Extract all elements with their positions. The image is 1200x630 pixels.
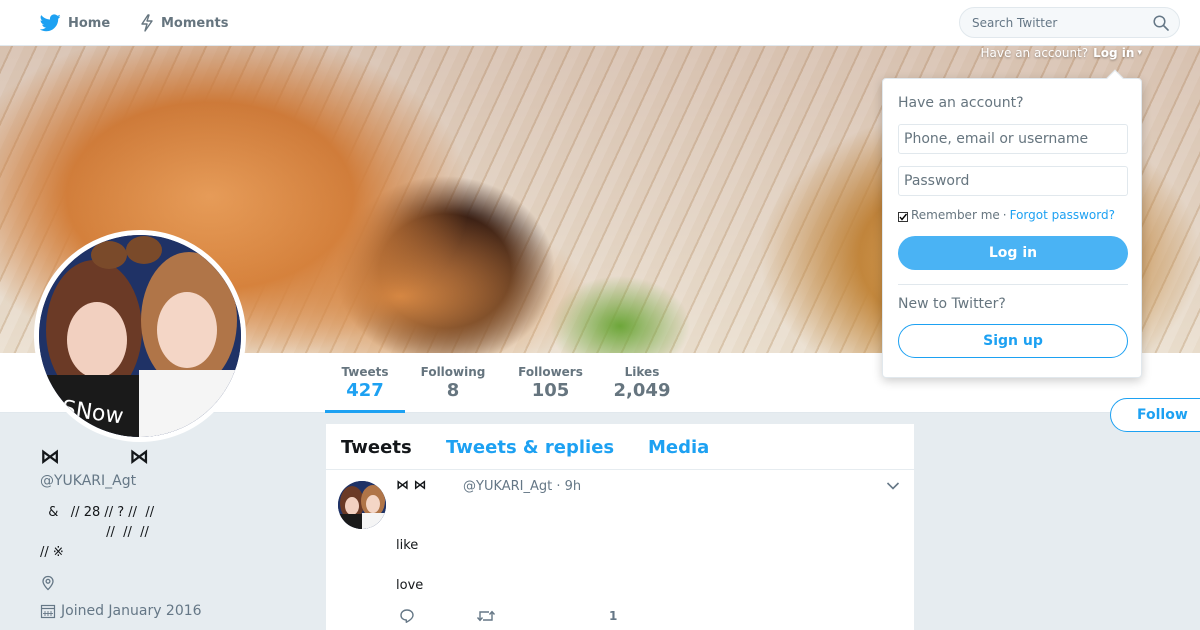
calendar-icon: [40, 604, 56, 619]
reply-icon: [400, 609, 414, 623]
tweet-avatar[interactable]: [338, 481, 386, 529]
stat-followers[interactable]: Followers 105: [512, 353, 589, 413]
nav-moments[interactable]: Moments: [140, 0, 228, 46]
profile-joined: Joined January 2016: [40, 603, 310, 619]
tweet-text-line: like: [396, 538, 419, 553]
avatar-photo: SNow: [39, 235, 241, 437]
search-box: [959, 7, 1180, 38]
profile-bio: & // 28 // ? // // // // // // ※: [40, 503, 310, 563]
stat-likes-value: 2,049: [613, 380, 671, 401]
tweet[interactable]: ⋈ ⋈ @YUKARI_Agt · 9h like love 1: [326, 424, 914, 630]
stat-tweets[interactable]: Tweets 427: [325, 353, 405, 413]
lightning-icon: [141, 14, 153, 32]
stat-tweets-value: 427: [346, 380, 384, 401]
remember-separator: ·: [1002, 208, 1007, 222]
tweet-avatar-photo: [338, 481, 386, 529]
profile-joined-text: Joined January 2016: [61, 603, 202, 619]
login-divider: [898, 284, 1128, 285]
password-field[interactable]: [898, 166, 1128, 196]
location-pin-icon: [42, 575, 54, 591]
follow-button[interactable]: Follow: [1110, 398, 1200, 432]
login-button[interactable]: Log in: [898, 236, 1128, 270]
login-hint-prefix: Have an account?: [980, 46, 1089, 60]
stat-followers-value: 105: [531, 380, 570, 401]
chevron-down-icon[interactable]: [886, 481, 900, 491]
new-to-twitter-heading: New to Twitter?: [898, 296, 1006, 312]
reply-action[interactable]: [399, 608, 415, 624]
stat-following[interactable]: Following 8: [417, 353, 489, 413]
remember-label[interactable]: Remember me: [911, 208, 1000, 222]
checkbox-icon[interactable]: [898, 212, 908, 222]
search-input[interactable]: [972, 15, 1142, 30]
stat-tweets-label: Tweets: [341, 365, 389, 379]
login-hint-action[interactable]: Log in: [1093, 46, 1134, 60]
stat-likes[interactable]: Likes 2,049: [609, 353, 675, 413]
login-hint[interactable]: Have an account? Log in ▾: [981, 46, 1142, 60]
nav-moments-label: Moments: [161, 15, 229, 31]
tweet-author-meta[interactable]: @YUKARI_Agt · 9h: [463, 479, 581, 494]
caret-down-icon: ▾: [1137, 48, 1142, 58]
bio-line: & // 28 // ? // //: [40, 505, 155, 520]
login-heading: Have an account?: [898, 95, 1024, 111]
stat-likes-label: Likes: [624, 365, 660, 379]
profile-location: [40, 575, 310, 591]
profile-avatar[interactable]: SNow: [34, 230, 246, 442]
username-field[interactable]: [898, 124, 1128, 154]
forgot-password-link[interactable]: Forgot password?: [1010, 208, 1115, 222]
signup-button[interactable]: Sign up: [898, 324, 1128, 358]
remember-row: Remember me · Forgot password?: [898, 208, 1115, 222]
bio-line: // ※: [40, 545, 64, 560]
like-count: 1: [609, 609, 618, 623]
tweet-actions: 1: [396, 608, 696, 628]
profile-name: ⋈ ᅠᅠᅠ ⋈: [40, 444, 150, 468]
retweet-action[interactable]: [476, 608, 496, 624]
bio-line: // // //: [40, 525, 149, 540]
retweet-icon: [476, 610, 496, 622]
profile-handle[interactable]: @YUKARI_Agt: [40, 473, 310, 489]
login-dropdown: Have an account? Remember me · Forgot pa…: [882, 69, 1142, 378]
like-action[interactable]: 1: [581, 608, 617, 624]
tweet-text-line: love: [396, 578, 424, 593]
profile-sidebar: ⋈ ᅠᅠᅠ ⋈ @YUKARI_Agt & // 28 // ? // // /…: [40, 440, 310, 619]
stat-followers-label: Followers: [518, 365, 583, 379]
tweet-author-name[interactable]: ⋈ ⋈: [396, 478, 427, 493]
top-navigation: Home Moments: [0, 0, 1200, 46]
twitter-bird-icon: [40, 14, 61, 32]
nav-home[interactable]: Home: [40, 0, 110, 46]
search-icon[interactable]: [1153, 15, 1169, 31]
stat-following-value: 8: [446, 380, 460, 401]
nav-home-label: Home: [68, 15, 111, 31]
stat-following-label: Following: [420, 365, 486, 379]
